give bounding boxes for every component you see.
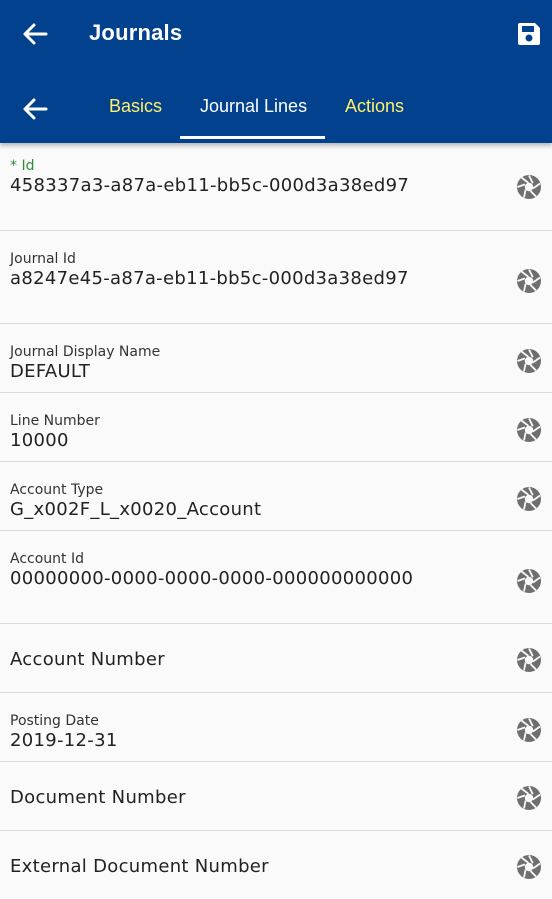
field-label: Journal Id: [10, 251, 76, 267]
field-id[interactable]: * Id 458337a3-a87a-eb11-bb5c-000d3a38ed9…: [0, 143, 552, 231]
journal-line-form: * Id 458337a3-a87a-eb11-bb5c-000d3a38ed9…: [0, 143, 552, 899]
field-label: Account Id: [10, 551, 84, 567]
field-label: Document Number: [10, 787, 186, 808]
aperture-icon[interactable]: [516, 785, 542, 811]
field-value: 2019-12-31: [10, 730, 118, 751]
floppy-disk-icon[interactable]: [516, 21, 542, 47]
field-value: DEFAULT: [10, 361, 91, 382]
field-value: a8247e45-a87a-eb11-bb5c-000d3a38ed97: [10, 268, 409, 289]
field-posting-date[interactable]: Posting Date 2019-12-31: [0, 693, 552, 762]
tab-journal-lines[interactable]: Journal Lines: [200, 96, 307, 117]
field-line-number[interactable]: Line Number 10000: [0, 393, 552, 462]
aperture-icon[interactable]: [516, 717, 542, 743]
aperture-icon[interactable]: [516, 486, 542, 512]
field-account-type[interactable]: Account Type G_x002F_L_x0020_Account: [0, 462, 552, 531]
aperture-icon[interactable]: [516, 854, 542, 880]
page-title: Journals: [89, 20, 183, 45]
tab-actions[interactable]: Actions: [345, 96, 404, 117]
arrow-left-icon[interactable]: [22, 97, 48, 121]
aperture-icon[interactable]: [516, 417, 542, 443]
field-label: * Id: [10, 158, 35, 174]
field-label: Line Number: [10, 413, 100, 429]
aperture-icon[interactable]: [516, 174, 542, 200]
field-journal-display-name[interactable]: Journal Display Name DEFAULT: [0, 324, 552, 393]
field-external-document-number[interactable]: External Document Number: [0, 831, 552, 899]
field-label: Account Type: [10, 482, 104, 498]
field-account-number[interactable]: Account Number: [0, 624, 552, 693]
tab-basics[interactable]: Basics: [109, 96, 162, 117]
field-value: 10000: [10, 430, 69, 451]
field-account-id[interactable]: Account Id 00000000-0000-0000-0000-00000…: [0, 531, 552, 624]
field-value: G_x002F_L_x0020_Account: [10, 499, 262, 520]
field-journal-id[interactable]: Journal Id a8247e45-a87a-eb11-bb5c-000d3…: [0, 231, 552, 324]
field-label: Account Number: [10, 649, 165, 670]
field-value: 458337a3-a87a-eb11-bb5c-000d3a38ed97: [10, 175, 410, 196]
field-document-number[interactable]: Document Number: [0, 762, 552, 831]
aperture-icon[interactable]: [516, 268, 542, 294]
field-label: External Document Number: [10, 856, 269, 877]
field-value: 00000000-0000-0000-0000-000000000000: [10, 568, 414, 589]
arrow-left-icon[interactable]: [22, 22, 48, 46]
aperture-icon[interactable]: [516, 348, 542, 374]
aperture-icon[interactable]: [516, 647, 542, 673]
field-label: Posting Date: [10, 713, 99, 729]
tab-bar: Basics Journal Lines Actions: [0, 73, 552, 143]
app-bar: Journals: [0, 0, 552, 73]
active-tab-indicator: [180, 136, 325, 139]
aperture-icon[interactable]: [516, 568, 542, 594]
field-label: Journal Display Name: [10, 344, 161, 360]
